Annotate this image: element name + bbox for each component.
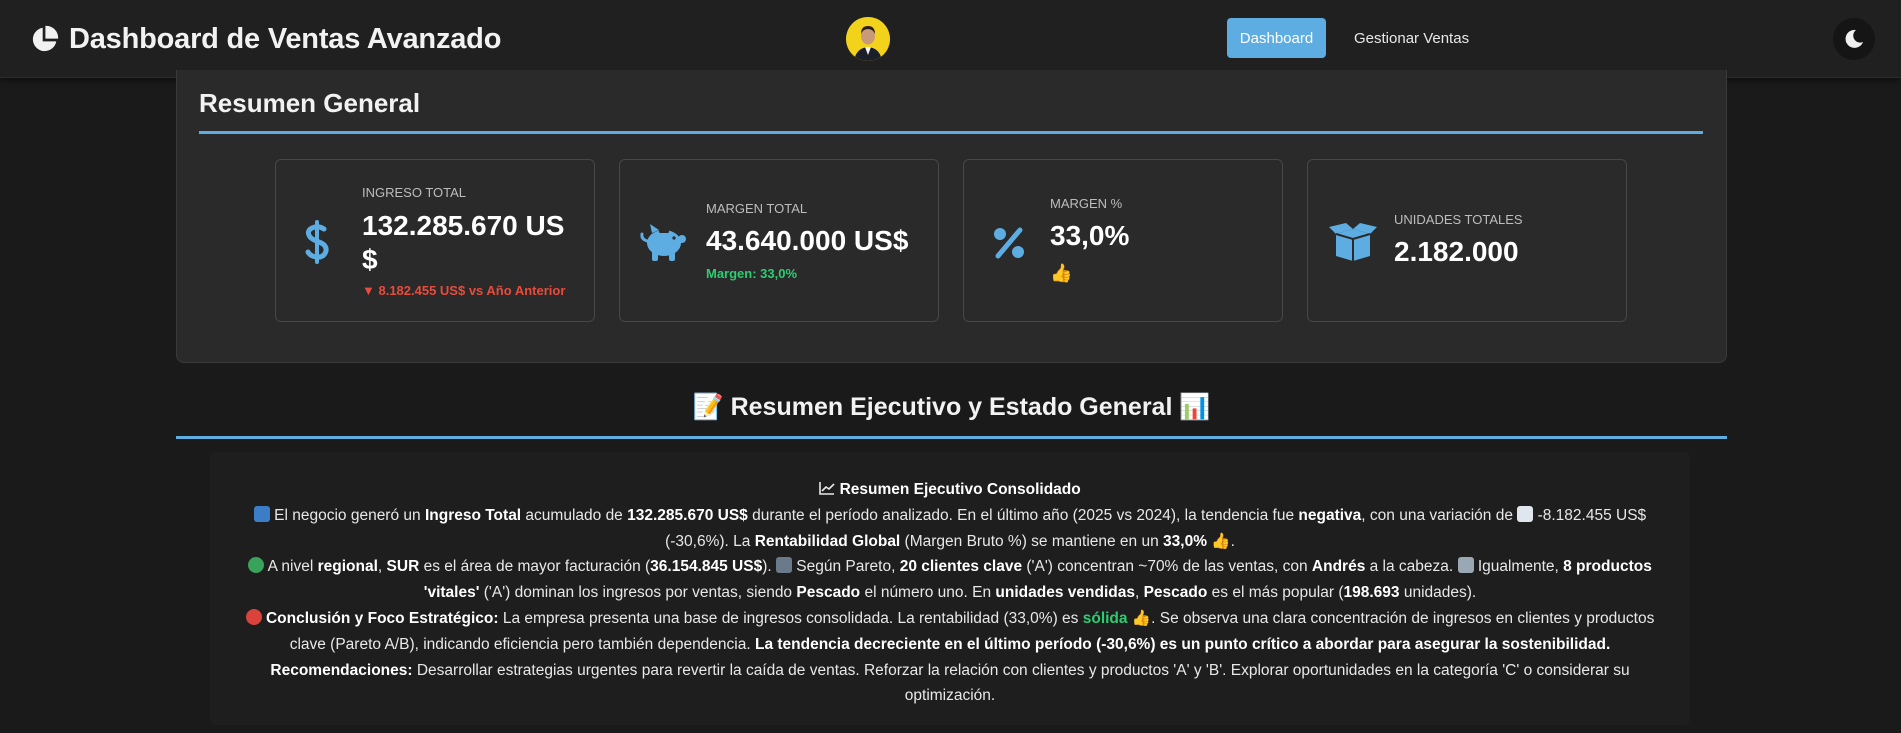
kpi-value: 43.640.000 US$ [706, 225, 909, 256]
avatar[interactable] [846, 17, 890, 61]
kpi-change-negative: ▼ 8.182.455 US$ vs Año Anterior [362, 283, 566, 298]
kpi-card-total-revenue: INGRESO TOTAL 132.285.670 US $ ▼ 8.182.4… [275, 159, 595, 322]
kpi-value: 132.285.670 US [362, 210, 565, 241]
chart-decreasing-icon [1517, 505, 1534, 522]
people-icon [775, 557, 792, 574]
executive-summary-text: Resumen Ejecutivo Consolidado El negocio… [230, 477, 1670, 709]
box-icon [1329, 223, 1377, 261]
executive-divider [176, 436, 1727, 439]
kpi-card-margin-percent: MARGEN % 33,0% 👍 [963, 159, 1283, 322]
shopping-cart-icon [1457, 557, 1474, 574]
trend-chart-icon [819, 482, 835, 495]
kpi-label: UNIDADES TOTALES [1394, 212, 1523, 227]
summary-title: Resumen General [199, 88, 421, 118]
moon-icon [1845, 29, 1863, 48]
kpi-value: 33,0% [1050, 220, 1130, 251]
executive-heading: Resumen Ejecutivo Consolidado [230, 477, 1670, 503]
globe-icon [248, 557, 265, 574]
app-title: Dashboard de Ventas Avanzado [69, 22, 502, 55]
top-navbar: Dashboard de Ventas Avanzado Dashboard G… [0, 0, 1901, 78]
dollar-icon [305, 220, 329, 264]
brand[interactable]: Dashboard de Ventas Avanzado [30, 20, 501, 58]
user-photo [846, 17, 890, 61]
piggy-bank-icon [640, 224, 686, 261]
target-icon [245, 608, 262, 625]
executive-paragraph-revenue: El negocio generó un Ingreso Total acumu… [230, 503, 1670, 555]
theme-toggle-button[interactable] [1833, 18, 1875, 60]
kpi-label: MARGEN % [1050, 196, 1123, 211]
summary-divider [199, 131, 1703, 134]
kpi-margin-note: Margen: 33,0% [706, 266, 798, 281]
kpi-card-total-margin: MARGEN TOTAL 43.640.000 US$ Margen: 33,0… [619, 159, 939, 322]
executive-paragraph-conclusion: Conclusión y Foco Estratégico: La empres… [230, 606, 1670, 658]
kpi-label: INGRESO TOTAL [362, 185, 467, 200]
kpi-value: 2.182.000 [1394, 236, 1519, 267]
kpi-label: MARGEN TOTAL [706, 201, 808, 216]
executive-paragraph-recommendations: Recomendaciones: Desarrollar estrategias… [270, 661, 1630, 705]
thumbs-up-icon: 👍 [1050, 263, 1073, 283]
pie-chart-icon [32, 25, 59, 51]
percent-icon [994, 227, 1024, 259]
nav-dashboard-button[interactable]: Dashboard [1227, 18, 1326, 58]
kpi-card-total-units: UNIDADES TOTALES 2.182.000 [1307, 159, 1627, 322]
kpi-value-wrap: $ [362, 244, 378, 275]
executive-paragraph-pareto: A nivel regional, SUR es el área de mayo… [230, 554, 1670, 606]
bar-chart-icon [253, 505, 270, 522]
nav-manage-sales-link[interactable]: Gestionar Ventas [1354, 18, 1469, 58]
executive-section-title: 📝 Resumen Ejecutivo y Estado General 📊 [692, 393, 1211, 421]
